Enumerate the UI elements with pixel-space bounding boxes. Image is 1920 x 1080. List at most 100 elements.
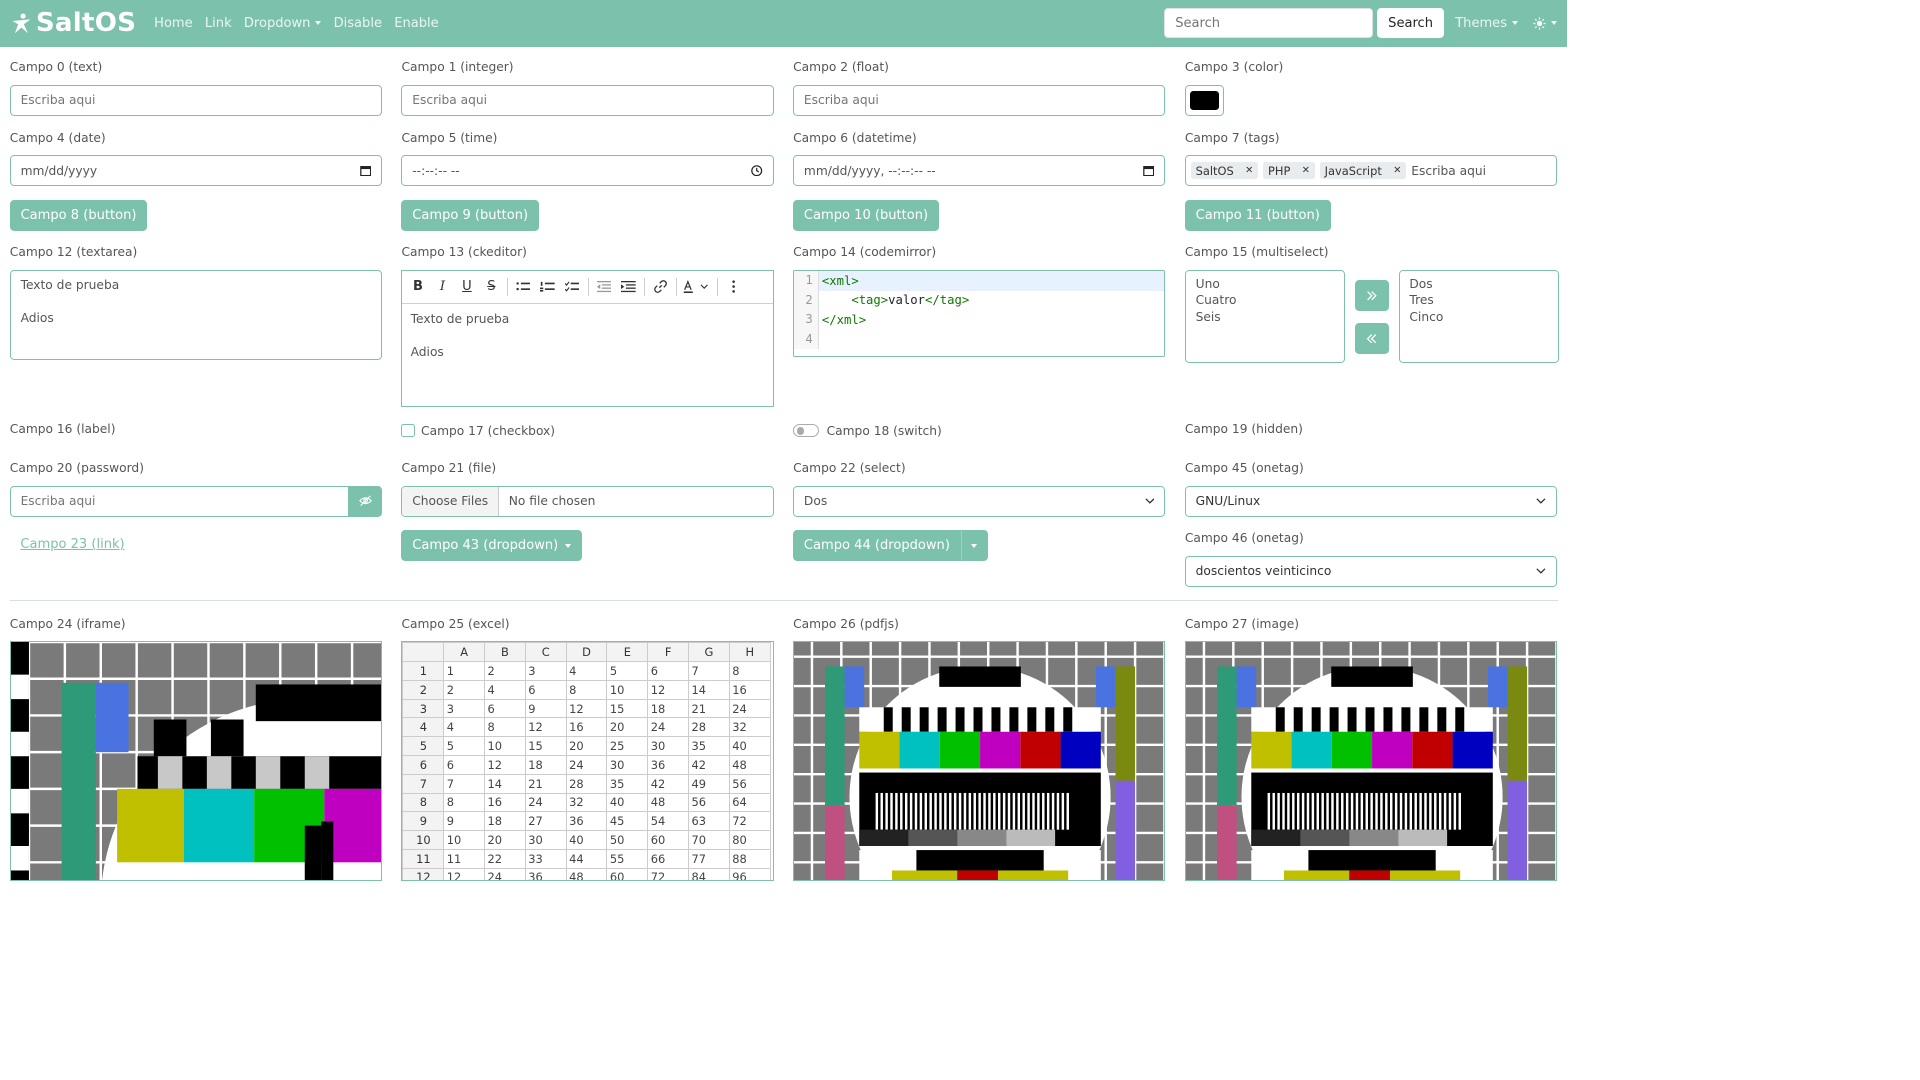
field-3-color-picker[interactable] [1184, 84, 1224, 116]
calendar-icon[interactable] [1143, 165, 1155, 177]
column-header[interactable]: F [647, 642, 690, 663]
field-18-switch-row[interactable]: Campo 18 (switch) [793, 424, 942, 438]
row-header[interactable]: 6 [402, 754, 445, 775]
field-25-excel[interactable]: A B C D E F G H 1 1 2 3 4 5 6 7 8 2 2 4 6 8 10 12 14 16 3 3… [401, 641, 774, 882]
navbar-search-button[interactable]: Search [1377, 8, 1444, 39]
spreadsheet-cell[interactable]: 9 [443, 811, 486, 832]
clock-icon[interactable] [751, 165, 763, 177]
column-header[interactable]: D [565, 642, 608, 663]
spreadsheet-cell[interactable]: 64 [728, 792, 771, 813]
spreadsheet-cell[interactable]: 63 [688, 811, 730, 832]
show-password-button[interactable] [348, 485, 382, 517]
calendar-icon[interactable] [359, 165, 371, 177]
editor-content[interactable]: Texto de prueba Adios [402, 304, 772, 368]
row-header[interactable]: 3 [402, 698, 445, 719]
multiselect-option[interactable]: Uno [1196, 276, 1334, 292]
spreadsheet-cell[interactable]: 6 [524, 679, 567, 700]
spreadsheet-cell[interactable]: 8 [565, 679, 608, 700]
row-header[interactable]: 12 [402, 867, 445, 881]
spreadsheet-cell[interactable]: 12 [565, 698, 608, 719]
field-7-tags-input[interactable]: SaltOS ✕ PHP ✕ JavaScript ✕ Escriba aqui [1184, 155, 1557, 187]
checkbox[interactable] [401, 423, 415, 438]
field-12-textarea[interactable]: Texto de prueba Adios [9, 270, 382, 360]
spreadsheet-cell[interactable]: 6 [443, 754, 486, 775]
row-header[interactable]: 9 [402, 811, 445, 832]
indent-icon[interactable] [616, 275, 640, 299]
spreadsheet-cell[interactable]: 6 [484, 698, 526, 719]
field-8-button[interactable]: Campo 8 (button) [9, 199, 148, 231]
spreadsheet-cell[interactable]: 22 [484, 848, 526, 869]
bulleted-list-icon[interactable] [511, 275, 535, 299]
field-22-select[interactable]: Dos [793, 485, 1166, 517]
field-11-button[interactable]: Campo 11 (button) [1184, 199, 1331, 231]
field-21-file-input[interactable]: Choose Files No file chosen [401, 485, 774, 517]
spreadsheet-cell[interactable]: 36 [647, 754, 690, 775]
row-header[interactable]: 8 [402, 792, 445, 813]
row-header[interactable]: 5 [402, 736, 445, 756]
spreadsheet-cell[interactable]: 24 [565, 754, 608, 775]
spreadsheet-cell[interactable]: 16 [484, 792, 526, 813]
spreadsheet-cell[interactable]: 25 [606, 736, 649, 756]
outdent-icon[interactable] [592, 275, 616, 299]
spreadsheet-cell[interactable]: 56 [728, 773, 771, 794]
spreadsheet-cell[interactable]: 21 [688, 698, 730, 719]
spreadsheet-cell[interactable]: 96 [728, 867, 771, 881]
spreadsheet-cell[interactable]: 24 [484, 867, 526, 881]
spreadsheet-cell[interactable]: 72 [728, 811, 771, 832]
field-0-text-input[interactable] [9, 84, 382, 116]
column-header[interactable]: G [688, 642, 730, 663]
field-27-image[interactable] [1184, 641, 1557, 882]
spreadsheet-cell[interactable]: 15 [606, 698, 649, 719]
field-5-time-input[interactable]: --:--:-- -- [401, 155, 774, 187]
move-right-button[interactable] [1354, 279, 1389, 311]
spreadsheet-cell[interactable]: 12 [647, 679, 690, 700]
spreadsheet-cell[interactable]: 1 [443, 661, 486, 681]
spreadsheet-cell[interactable]: 4 [443, 717, 486, 738]
multiselect-left-list[interactable]: Uno Cuatro Seis [1184, 270, 1345, 364]
spreadsheet-cell[interactable]: 3 [524, 661, 567, 681]
font-color-icon[interactable] [680, 275, 714, 299]
spreadsheet-cell[interactable]: 48 [565, 867, 608, 881]
column-header[interactable]: H [728, 642, 771, 663]
multiselect-option[interactable]: Seis [1196, 309, 1334, 325]
spreadsheet-cell[interactable]: 60 [606, 867, 649, 881]
spreadsheet-cell[interactable]: 36 [565, 811, 608, 832]
column-header[interactable]: E [606, 642, 649, 663]
spreadsheet-cell[interactable]: 8 [728, 661, 771, 681]
field-24-iframe[interactable] [9, 641, 382, 882]
field-2-float-input[interactable] [793, 84, 1166, 116]
field-43-dropdown-button[interactable]: Campo 43 (dropdown) [401, 530, 582, 562]
nav-home[interactable]: Home [154, 16, 193, 31]
spreadsheet-cell[interactable]: 36 [524, 867, 567, 881]
spreadsheet-cell[interactable]: 84 [688, 867, 730, 881]
choose-files-button[interactable]: Choose Files [402, 486, 499, 516]
spreadsheet-cell[interactable]: 88 [728, 848, 771, 869]
spreadsheet-cell[interactable]: 45 [606, 811, 649, 832]
spreadsheet-cell[interactable]: 16 [728, 679, 771, 700]
field-45-onetag-select[interactable]: GNU/Linux [1184, 485, 1557, 517]
row-header[interactable]: 7 [402, 773, 445, 794]
multiselect-option[interactable]: Cinco [1409, 309, 1547, 325]
spreadsheet-cell[interactable]: 32 [728, 717, 771, 738]
field-26-pdf-viewer[interactable] [793, 641, 1166, 882]
spreadsheet-cell[interactable]: 18 [484, 811, 526, 832]
spreadsheet-cell[interactable]: 27 [524, 811, 567, 832]
spreadsheet-cell[interactable]: 10 [484, 736, 526, 756]
nav-enable[interactable]: Enable [394, 16, 438, 31]
field-6-datetime-input[interactable]: mm/dd/yyyy, --:--:-- -- [793, 155, 1166, 187]
spreadsheet-cell[interactable]: 30 [647, 736, 690, 756]
spreadsheet-cell[interactable]: 28 [688, 717, 730, 738]
spreadsheet-cell[interactable]: 10 [606, 679, 649, 700]
spreadsheet-cell[interactable]: 54 [647, 811, 690, 832]
spreadsheet-cell[interactable]: 14 [688, 679, 730, 700]
spreadsheet-cell[interactable]: 72 [647, 867, 690, 881]
field-4-date-input[interactable]: mm/dd/yyyy [9, 155, 382, 187]
nav-dropdown[interactable]: Dropdown [244, 16, 322, 31]
tag-remove-icon[interactable]: ✕ [1302, 165, 1310, 176]
spreadsheet-cell[interactable]: 40 [606, 792, 649, 813]
spreadsheet-cell[interactable]: 30 [606, 754, 649, 775]
spreadsheet-cell[interactable]: 18 [647, 698, 690, 719]
spreadsheet-cell[interactable]: 7 [688, 661, 730, 681]
spreadsheet-cell[interactable]: 14 [484, 773, 526, 794]
spreadsheet-cell[interactable]: 12 [484, 754, 526, 775]
